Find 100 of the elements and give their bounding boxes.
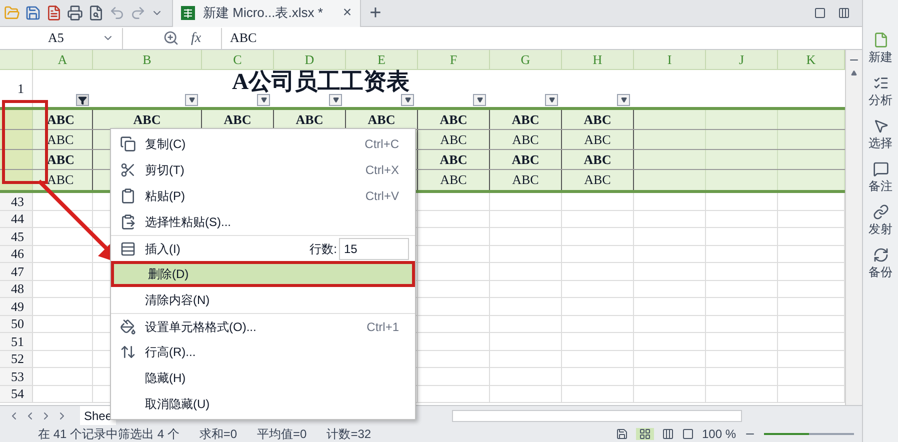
status-text: 在 41 个记录中筛选出 4 个: [38, 426, 180, 442]
window-icon[interactable]: [814, 7, 826, 19]
row-header[interactable]: 43: [0, 193, 33, 210]
table-cell-text: ABC: [47, 130, 74, 149]
menu-item[interactable]: 选择性粘贴(S)...: [111, 209, 415, 235]
caret-icon: [332, 97, 338, 103]
document-icon: [872, 32, 888, 48]
table-cell-text: ABC: [512, 130, 539, 149]
horizontal-scrollbar[interactable]: [452, 410, 742, 422]
spreadsheet-icon: [181, 6, 195, 20]
row-header[interactable]: 52: [0, 350, 33, 367]
filter-button[interactable]: [257, 94, 270, 106]
column-header[interactable]: B: [93, 50, 202, 69]
comment-icon: [872, 161, 888, 177]
normal-view-button[interactable]: [636, 428, 654, 440]
close-tab-button[interactable]: ×: [342, 2, 352, 24]
row-header[interactable]: 47: [0, 263, 33, 280]
column-header[interactable]: F: [418, 50, 490, 69]
row-header[interactable]: 1: [0, 70, 33, 107]
caret-icon: [620, 97, 626, 103]
row-count-label: 行数:: [310, 240, 337, 258]
name-box[interactable]: A5: [0, 28, 123, 48]
sidebar-label: 备注: [868, 178, 892, 195]
sidebar-button[interactable]: 新建: [868, 32, 892, 66]
row-count-field[interactable]: 15: [339, 238, 409, 260]
scissors-icon: [120, 162, 136, 178]
filter-button[interactable]: [545, 94, 558, 106]
table-cell-text: ABC: [47, 171, 74, 190]
save-icon[interactable]: [616, 428, 628, 440]
table-cell-text: ABC: [512, 150, 540, 169]
pointer-icon: [872, 118, 888, 134]
sidebar-button[interactable]: 分析: [868, 75, 892, 109]
menu-item[interactable]: 隐藏(H): [111, 365, 415, 391]
menu-item[interactable]: 行高(R)...: [111, 339, 415, 365]
column-header[interactable]: G: [490, 50, 562, 69]
status-text: 计数=32: [326, 426, 372, 442]
column-header[interactable]: E: [346, 50, 418, 69]
function-button[interactable]: fx: [191, 28, 221, 48]
table-cell-text: ABC: [584, 130, 611, 149]
filter-button[interactable]: [401, 94, 414, 106]
row-header[interactable]: 48: [0, 280, 33, 297]
row-header[interactable]: 54: [0, 386, 33, 402]
table-cell-text: ABC: [133, 110, 161, 129]
column-header[interactable]: C: [202, 50, 274, 69]
document-tab[interactable]: 新建 Micro...表.xlsx * ×: [172, 0, 361, 26]
menu-item[interactable]: 清除内容(N): [111, 287, 415, 313]
row-header[interactable]: 49: [0, 298, 33, 314]
new-tab-button[interactable]: +: [370, 3, 382, 23]
caret-icon: [260, 97, 266, 103]
filter-icon: [78, 96, 87, 104]
print-preview-icon[interactable]: [88, 5, 104, 21]
column-header[interactable]: A: [33, 50, 93, 69]
selected-row[interactable]: ABC ABC ABC ABC ABC ABC ABC ABC: [0, 110, 845, 130]
caret-icon: [548, 97, 554, 103]
table-cell-text: ABC: [440, 110, 468, 129]
table-cell-text: ABC: [512, 110, 540, 129]
table-cell-text: ABC: [368, 110, 396, 129]
row-header[interactable]: 45: [0, 228, 33, 244]
table-cell-text: ABC: [440, 130, 467, 149]
sidebar-button[interactable]: 备注: [868, 161, 892, 195]
filter-button[interactable]: [617, 94, 630, 106]
print-icon[interactable]: [67, 5, 83, 21]
row-header[interactable]: 44: [0, 210, 33, 227]
column-header[interactable]: J: [706, 50, 778, 69]
row-header[interactable]: 53: [0, 368, 33, 384]
table-title: A公司员工工资表: [232, 70, 410, 94]
rows-icon: [120, 240, 136, 256]
sidebar-label: 发射: [868, 221, 892, 238]
scroll-up-icon[interactable]: [851, 70, 857, 76]
column-header[interactable]: I: [634, 50, 706, 69]
row-header[interactable]: 50: [0, 316, 33, 332]
sidebar-label: 新建: [868, 49, 892, 66]
filter-button[interactable]: [185, 94, 198, 106]
filter-button[interactable]: [76, 94, 89, 106]
sidebar-button[interactable]: 备份: [868, 247, 892, 281]
column-header[interactable]: H: [562, 50, 634, 69]
row-header[interactable]: 46: [0, 246, 33, 262]
sidebar-button[interactable]: 选择: [868, 118, 892, 152]
filter-button[interactable]: [473, 94, 486, 106]
checklist-icon: [872, 75, 888, 91]
vertical-scrollbar[interactable]: [845, 50, 862, 405]
caret-icon: [404, 97, 410, 103]
sidebar-button[interactable]: 发射: [868, 204, 892, 238]
table-cell-text: ABC: [440, 171, 467, 190]
menu-item[interactable]: 删除(D): [111, 261, 415, 287]
clipboard-icon: [120, 188, 136, 204]
menu-item[interactable]: 设置单元格格式(O)... Ctrl+1: [111, 313, 415, 339]
sidebar-label: 备份: [868, 264, 892, 281]
save-icon[interactable]: [25, 5, 41, 21]
sidebar-label: 选择: [868, 135, 892, 152]
caret-icon: [476, 97, 482, 103]
document-title: 新建 Micro...表.xlsx *: [203, 4, 323, 22]
status-text: 平均值=0: [257, 426, 307, 442]
filter-button[interactable]: [329, 94, 342, 106]
row-header[interactable]: 51: [0, 333, 33, 350]
layout-icon[interactable]: [838, 7, 850, 19]
caret-icon: [188, 97, 194, 103]
column-header[interactable]: D: [274, 50, 346, 69]
sidebar-label: 分析: [868, 92, 892, 109]
zoom-icon[interactable]: [163, 30, 179, 46]
